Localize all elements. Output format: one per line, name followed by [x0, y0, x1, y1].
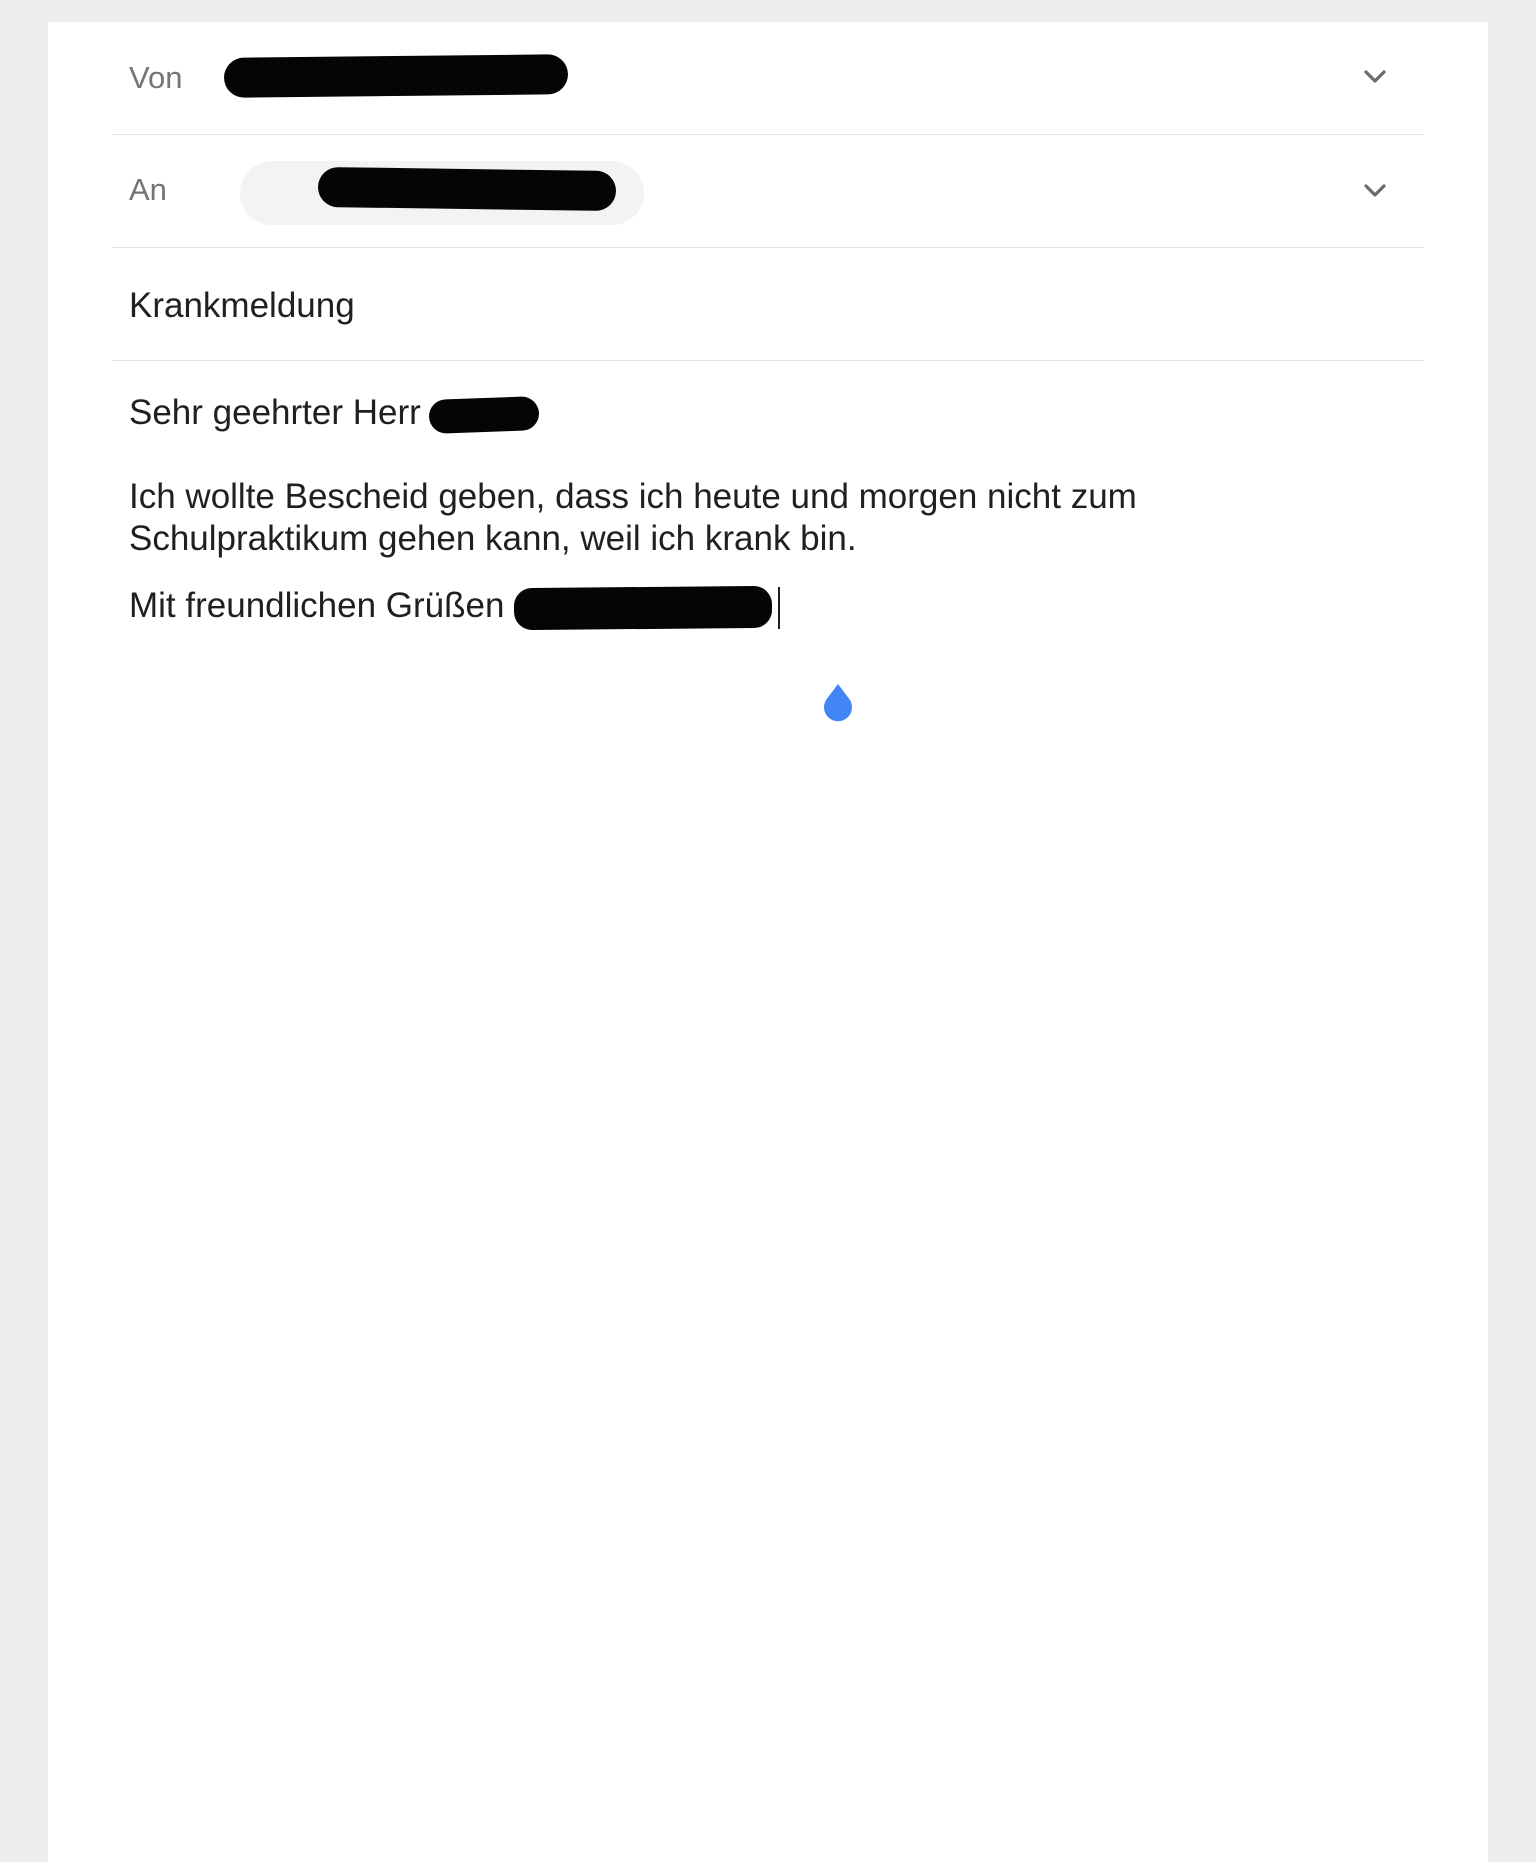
compose-sheet: Von An Krankmeldung Sehr geehrter Herr I… — [48, 22, 1488, 1862]
closing-text: Mit freundlichen Grüßen — [129, 586, 505, 625]
recipient-chip[interactable] — [240, 161, 644, 225]
recipient-address-redaction — [317, 166, 617, 212]
to-row[interactable]: An — [112, 134, 1424, 248]
closing-line: Mit freundlichen Grüßen — [129, 585, 1369, 630]
from-label: Von — [129, 60, 183, 95]
chevron-down-icon[interactable] — [1360, 176, 1390, 206]
signature-redaction — [514, 585, 773, 630]
text-cursor — [778, 586, 781, 629]
subject-field[interactable]: Krankmeldung — [129, 285, 355, 327]
to-label: An — [129, 172, 167, 207]
chevron-down-icon[interactable] — [1360, 62, 1390, 92]
from-address-redaction — [223, 54, 569, 98]
subject-row[interactable]: Krankmeldung — [112, 247, 1424, 361]
from-address-field[interactable] — [223, 22, 584, 134]
greeting-text: Sehr geehrter Herr — [129, 393, 421, 432]
body-paragraph: Ich wollte Bescheid geben, dass ich heut… — [129, 477, 1137, 558]
cursor-handle-icon[interactable] — [818, 682, 858, 726]
name-redaction — [428, 395, 540, 434]
greeting-line: Sehr geehrter Herr — [129, 392, 1369, 434]
from-row[interactable]: Von — [112, 22, 1424, 135]
message-body[interactable]: Sehr geehrter Herr Ich wollte Bescheid g… — [129, 392, 1369, 630]
